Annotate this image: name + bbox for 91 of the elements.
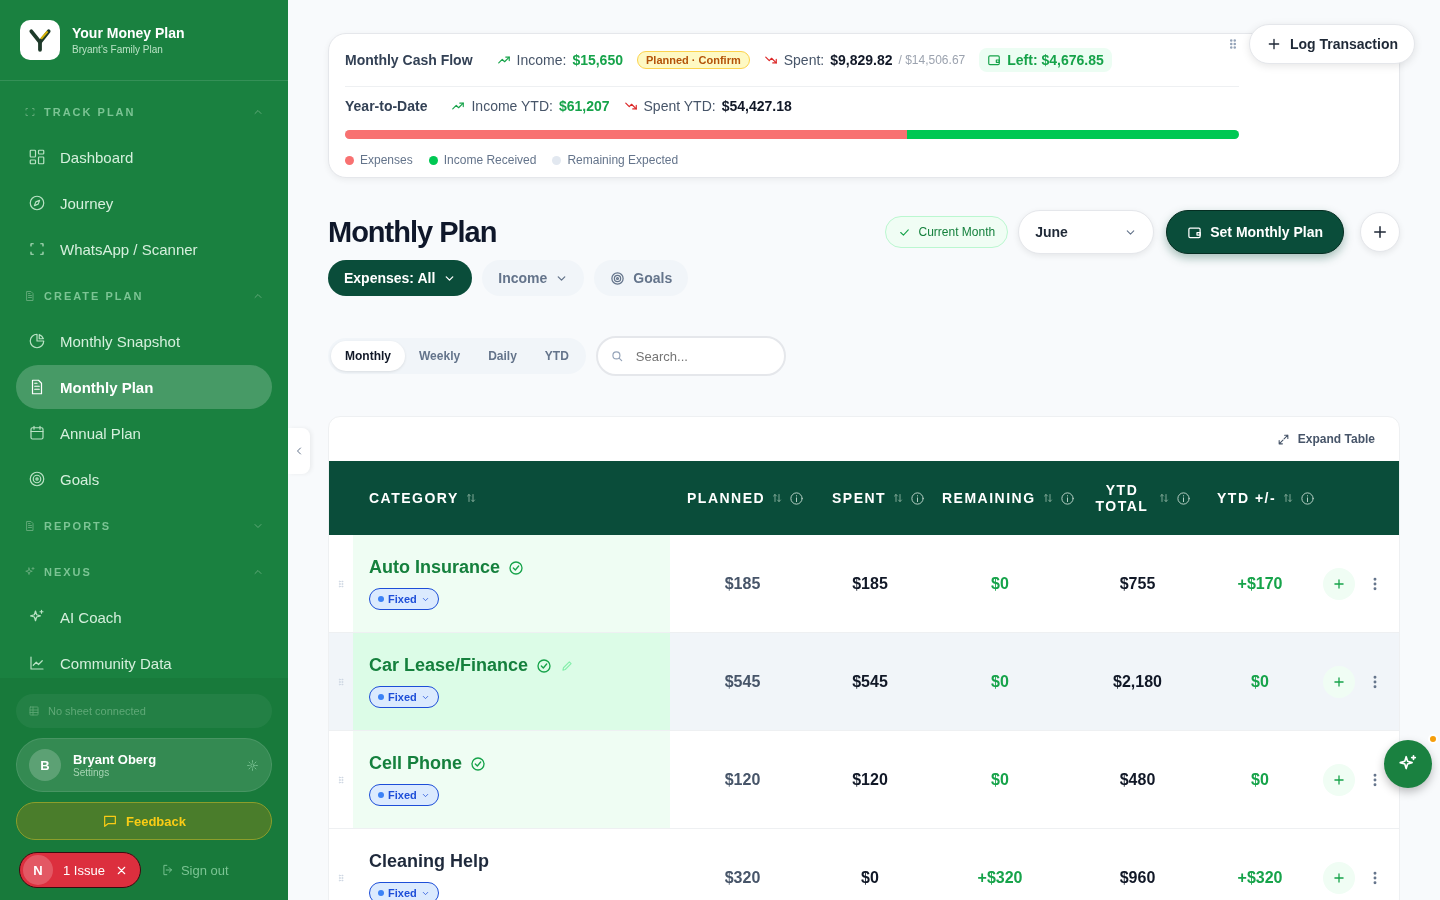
cash-flow-title: Monthly Cash Flow [345, 52, 473, 68]
category-name[interactable]: Car Lease/Finance [369, 655, 529, 676]
page-title: Monthly Plan [328, 215, 498, 249]
column-header[interactable]: YTD TOTAL [1092, 482, 1152, 514]
view-tab[interactable]: Monthly [331, 341, 405, 371]
column-header[interactable]: YTD +/- [1217, 490, 1277, 506]
category-name[interactable]: Auto Insurance [369, 557, 501, 578]
user-subtitle: Settings [73, 767, 111, 778]
set-plan-button[interactable]: Set Monthly Plan [1166, 210, 1344, 254]
spent-label: Spent: [783, 52, 825, 68]
table-cell-text: $120 [851, 770, 889, 789]
sidebar-item[interactable]: AI Coach [16, 595, 272, 639]
table-cell-text: $755 [1118, 574, 1157, 593]
current-month-button[interactable]: Current Month [884, 216, 1009, 248]
status-text: No sheet connected [48, 705, 146, 717]
left-value: Left: $4,676.85 [1007, 52, 1104, 68]
legend-label: Expenses [360, 153, 413, 167]
sidebar-item[interactable]: WhatsApp / Scanner [16, 227, 272, 271]
table-cell-text: $545 [851, 672, 889, 691]
table-cell-text: $185 [851, 574, 889, 593]
type-tag[interactable]: Fixed [369, 784, 439, 806]
app-title: Your Money Plan [72, 25, 185, 41]
search-field[interactable]: Search... [595, 336, 786, 376]
column-header[interactable]: CATEGORY [369, 490, 459, 506]
income-value: $15,650 [572, 52, 623, 68]
view-tab[interactable]: Weekly [405, 341, 475, 371]
sidebar-item[interactable]: Annual Plan [16, 411, 272, 455]
spent-value: $9,829.82 [830, 52, 893, 68]
table-cell-text: $0 [990, 672, 1010, 691]
sidebar-item[interactable]: Community Data [16, 641, 272, 678]
user-card[interactable]: B Bryant Oberg Settings [16, 738, 272, 792]
app-subtitle: Bryant's Family Plan [72, 44, 164, 55]
view-tab[interactable]: YTD [530, 341, 583, 371]
planned-badge[interactable]: Planned · Confirm [637, 51, 750, 69]
type-tag[interactable]: Fixed [369, 588, 439, 610]
income-ytd-value: $61,207 [558, 97, 610, 114]
table-cell-text: $0 [1250, 672, 1270, 691]
user-name: Bryant Oberg [73, 752, 157, 767]
section-header[interactable]: CREATE PLAN [44, 290, 144, 302]
month-select[interactable]: June [1018, 210, 1155, 254]
filter-chip[interactable]: Goals [594, 260, 689, 296]
issue-avatar: N [23, 855, 53, 885]
column-header[interactable]: SPENT [832, 490, 887, 506]
planned-spend: / $14,506.67 [898, 53, 966, 67]
expand-table-link[interactable]: Expand Table [1276, 432, 1375, 446]
month-value: June [1035, 224, 1068, 240]
table-cell-text: +$320 [1236, 868, 1284, 887]
table-cell-text: $960 [1118, 868, 1157, 887]
table-cell-text: $185 [723, 574, 762, 593]
filter-chip[interactable]: Expenses: All [328, 260, 473, 296]
income-ytd-label: Income YTD: [471, 97, 553, 114]
legend-label: Remaining Expected [567, 153, 679, 167]
type-tag[interactable]: Fixed [369, 686, 439, 708]
search-input[interactable]: Search... [633, 347, 764, 365]
column-header[interactable]: PLANNED [687, 490, 766, 506]
legend-label: Income Received [443, 153, 537, 167]
sidebar-item[interactable]: Goals [16, 457, 272, 501]
type-tag[interactable]: Fixed [369, 882, 439, 900]
table-cell-text: +$320 [976, 868, 1024, 887]
sidebar-item[interactable]: Journey [16, 181, 272, 225]
section-header[interactable]: REPORTS [44, 520, 112, 532]
table-cell-text: $320 [723, 868, 762, 887]
category-name[interactable]: Cleaning Help [369, 851, 489, 872]
sidebar-item[interactable]: Monthly Snapshot [16, 319, 272, 363]
section-header[interactable]: TRACK PLAN [44, 106, 136, 118]
sign-out-link[interactable]: Sign out [160, 862, 229, 878]
ytd-title: Year-to-Date [345, 97, 428, 114]
table-cell-text: $0 [1250, 770, 1270, 789]
avatar: B [29, 749, 61, 781]
table-cell-text: $0 [990, 574, 1010, 593]
income-label: Income: [516, 52, 567, 68]
view-tab[interactable]: Daily [474, 341, 531, 371]
table-cell-text: +$170 [1236, 574, 1284, 593]
column-header[interactable]: REMAINING [942, 490, 1036, 506]
log-transaction-button[interactable]: Log Transaction [1248, 24, 1415, 64]
table-cell-text: $2,180 [1112, 672, 1163, 691]
table-cell-text: $120 [723, 770, 762, 789]
feedback-button[interactable]: Feedback [16, 802, 272, 840]
table-cell-text: $0 [990, 770, 1010, 789]
sidebar-item[interactable]: Monthly Plan [16, 365, 272, 409]
issue-label: 1 Issue [63, 862, 105, 878]
category-name[interactable]: Cell Phone [369, 753, 462, 774]
section-header[interactable]: NEXUS [44, 566, 92, 578]
table-cell-text: $0 [860, 868, 880, 887]
table-cell-text: $480 [1118, 770, 1157, 789]
spent-ytd-label: Spent YTD: [643, 97, 716, 114]
sidebar-item[interactable]: Dashboard [16, 135, 272, 179]
table-cell-text: $545 [723, 672, 762, 691]
issue-badge[interactable]: N 1 Issue [19, 852, 141, 888]
spent-ytd-value: $54,427.18 [721, 97, 792, 114]
filter-chip[interactable]: Income [482, 260, 585, 296]
